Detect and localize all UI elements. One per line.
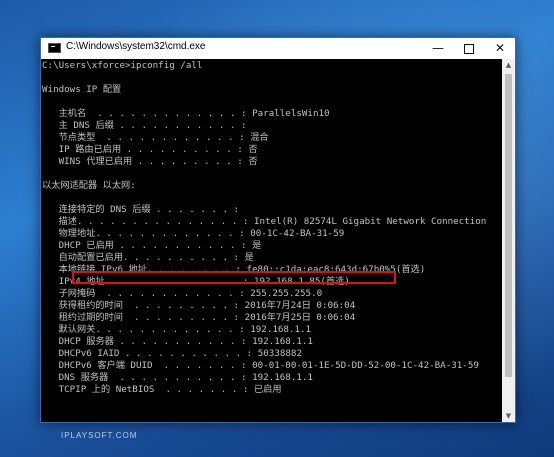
console-line: TCPIP 上的 NetBIOS . . . . . . . : 已启用 xyxy=(42,384,282,395)
console-line: 连接特定的 DNS 后缀 . . . . . . . : xyxy=(42,204,240,215)
console-line: 以太网适配器 以太网: xyxy=(42,180,136,191)
console-line: DNS 服务器 . . . . . . . . . . . : 192.168.… xyxy=(42,372,313,383)
console-output[interactable]: C:\Users\xforce>ipconfig /all Windows IP… xyxy=(41,59,502,422)
cmd-window[interactable]: C:\Windows\system32\cmd.exe — ✕ C:\Users… xyxy=(40,37,516,423)
console-line: 主机名 . . . . . . . . . . . . . : Parallel… xyxy=(42,108,330,119)
cmd-icon xyxy=(48,43,61,53)
console-line: DHCP 服务器 . . . . . . . . . . . : 192.168… xyxy=(42,336,313,347)
console-line: DHCPv6 客户端 DUID . . . . . . . : 00-01-00… xyxy=(42,360,479,371)
console-line: 描述. . . . . . . . . . . . . . . : Intel(… xyxy=(42,216,487,227)
console-line: IP 路由已启用 . . . . . . . . . . : 否 xyxy=(42,144,258,155)
console-line: DHCP 已启用 . . . . . . . . . . . : 是 xyxy=(42,240,262,251)
window-title: C:\Windows\system32\cmd.exe xyxy=(66,41,206,52)
close-icon: ✕ xyxy=(494,41,506,55)
scroll-up-arrow-icon[interactable]: ▲ xyxy=(502,59,515,71)
console-line: C:\Users\xforce>ipconfig /all xyxy=(42,60,203,71)
console-line: 获得租约的时间 . . . . . . . . . : 2016年7月24日 0… xyxy=(42,300,356,311)
console-line: WINS 代理已启用 . . . . . . . . . : 否 xyxy=(42,156,258,167)
scroll-down-arrow-icon[interactable]: ▼ xyxy=(502,410,515,422)
title-bar[interactable]: C:\Windows\system32\cmd.exe — ✕ xyxy=(41,38,515,59)
console-line: 默认网关. . . . . . . . . . . . . : 192.168.… xyxy=(42,324,312,335)
console-line: 子网掩码 . . . . . . . . . . . . : 255.255.2… xyxy=(42,288,323,299)
close-button[interactable]: ✕ xyxy=(485,38,515,59)
minimize-icon: — xyxy=(432,41,444,55)
console-line: 物理地址. . . . . . . . . . . . . : 00-1C-42… xyxy=(42,228,345,239)
mac-address-highlight-box xyxy=(72,271,396,284)
console-line: 节点类型 . . . . . . . . . . . . : 混合 xyxy=(42,132,269,143)
scroll-thumb[interactable] xyxy=(505,74,512,377)
vertical-scrollbar[interactable]: ▲ ▼ xyxy=(502,59,515,422)
maximize-button[interactable] xyxy=(454,38,484,59)
console-line: DHCPv6 IAID . . . . . . . . . . . : 5033… xyxy=(42,348,302,359)
console-line: 租约过期的时间 . . . . . . . . . : 2016年7月25日 0… xyxy=(42,312,356,323)
console-line: 自动配置已启用. . . . . . . . . . : 是 xyxy=(42,252,254,263)
console-line: 主 DNS 后缀 . . . . . . . . . . . : xyxy=(42,120,247,131)
maximize-icon xyxy=(464,43,474,54)
minimize-button[interactable]: — xyxy=(423,38,453,59)
watermark: IPLAYSOFT.COM xyxy=(61,431,138,440)
console-line: Windows IP 配置 xyxy=(42,84,122,95)
